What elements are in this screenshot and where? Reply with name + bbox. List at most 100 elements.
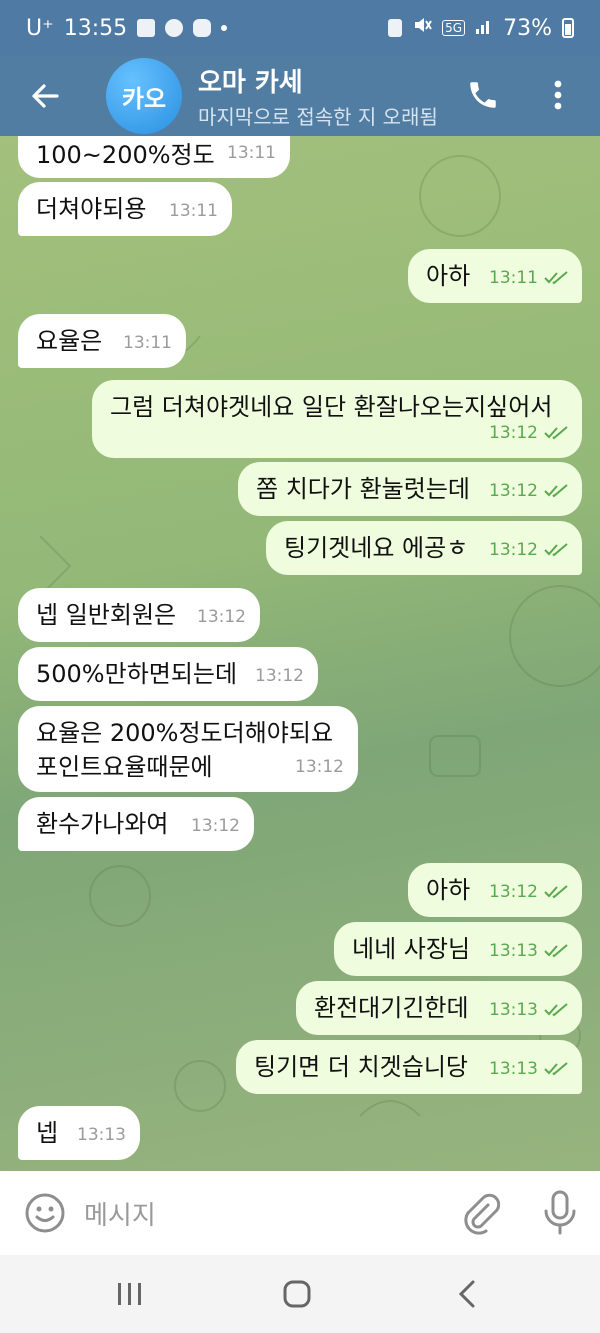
attach-button[interactable] [460,1191,501,1239]
message-time: 13:11 [123,333,172,353]
message-time: 13:12 [295,757,344,777]
emoji-button[interactable] [24,1192,66,1238]
message-bubble[interactable]: 그럼 더쳐야겟네요 일단 환잘나오는지싶어서 13:12 [92,380,582,458]
message-text: 팅기면 더 치겟습니당 [254,1053,468,1081]
message-text: 넵 일반회원은 [36,601,177,629]
message-bubble[interactable]: 요율은 13:11 [18,314,186,368]
message-text: 쫌 치다가 환눌럿는데 [256,475,470,503]
message-meta: 13:13 [489,934,570,968]
clock: 13:55 [63,15,128,41]
smiley-icon [25,1193,65,1233]
double-check-icon [544,885,568,899]
call-button[interactable] [458,70,508,120]
more-vertical-icon [554,80,562,110]
message-time: 13:11 [489,268,538,288]
double-check-icon [544,543,568,557]
message-text: 환전대기긴한데 [314,994,469,1022]
message-text: 환수가나와여 [36,810,169,838]
message-bubble[interactable]: 더쳐야되용 13:11 [18,182,232,236]
system-navigation-bar [0,1255,600,1333]
chat-area[interactable]: 100~200%정도 13:11 더쳐야되용 13:11 아하 13:11 요율… [0,136,600,1171]
message-text: 아하 [426,876,471,904]
double-check-icon [544,1003,568,1017]
message-composer: 메시지 [0,1171,600,1255]
message-time: 13:12 [197,607,246,627]
message-bubble[interactable]: 네네 사장님 13:13 [334,922,582,976]
carrier-label: U⁺ [26,15,54,41]
chevron-left-icon [458,1280,475,1308]
naver-notification-icon [165,19,184,37]
phone-icon [470,82,496,108]
message-input[interactable]: 메시지 [84,1195,156,1232]
message-time: 13:12 [489,481,538,501]
double-check-icon [544,426,568,440]
message-text: 네네 사장님 [352,935,471,963]
message-time: 13:11 [227,143,276,163]
message-time: 13:13 [77,1125,126,1145]
message-meta: 13:12 [489,533,570,567]
chat-info[interactable]: 오마 카세 마지막으로 접속한 지 오래됨 [198,62,458,130]
chat-title: 오마 카세 [198,68,303,98]
message-bubble[interactable]: 환수가나와여 13:12 [18,797,254,851]
message-time: 13:12 [255,666,304,686]
message-text: 500%만하면되는데 [36,660,238,688]
more-notifications-dot [221,25,228,31]
message-text: 그럼 더쳐야겟네요 일단 환잘나오는지싶어서 [110,393,553,421]
arrow-left-icon [32,84,59,108]
home-button[interactable] [282,1279,312,1313]
message-meta: 13:12 [489,474,570,508]
mute-icon [412,15,433,41]
message-text: 팅기겟네요 에공ㅎ [284,534,469,562]
message-meta: 13:13 [489,1052,570,1086]
system-back-button[interactable] [456,1279,478,1313]
recent-apps-icon [118,1283,141,1305]
double-check-icon [544,1062,568,1076]
message-text: 더쳐야되용 [36,195,147,223]
message-time: 13:11 [169,201,218,221]
message-text: 넵 [36,1119,59,1147]
message-bubble[interactable]: 넵 13:13 [18,1106,140,1160]
gallery-notification-icon [137,19,156,37]
last-seen-status: 마지막으로 접속한 지 오래됨 [198,105,438,129]
message-bubble[interactable]: 아하 13:12 [408,863,582,917]
status-bar: U⁺ 13:55 5G 73% [0,0,600,56]
message-time: 13:13 [489,1000,538,1020]
chat-header: 카오 오마 카세 마지막으로 접속한 지 오래됨 [0,56,600,136]
double-check-icon [544,944,568,958]
home-icon [283,1280,311,1308]
double-check-icon [544,484,568,498]
cake-notification-icon [193,19,212,37]
message-time: 13:12 [191,816,240,836]
message-time: 13:12 [489,882,538,902]
message-text: 아하 [426,262,471,290]
message-meta: 13:12 [489,875,570,909]
recent-apps-button[interactable] [116,1281,144,1311]
avatar[interactable]: 카오 [106,58,182,134]
message-time: 13:12 [489,540,538,560]
battery-saver-icon [388,19,403,37]
message-bubble[interactable]: 쫌 치다가 환눌럿는데 13:12 [238,462,582,516]
message-time: 13:13 [489,1059,538,1079]
more-menu-button[interactable] [536,70,580,120]
message-meta: 13:13 [489,993,570,1027]
message-bubble[interactable]: 넵 일반회원은 13:12 [18,588,260,642]
paperclip-icon [464,1193,501,1235]
signal-icon [475,16,493,41]
message-bubble[interactable]: 요율은 200%정도더해야되요 포인트요율때문에 13:12 [18,706,358,792]
message-meta: 13:12 [489,416,570,450]
message-bubble[interactable]: 아하 13:11 [408,249,582,303]
voice-message-button[interactable] [540,1189,580,1241]
message-bubble[interactable]: 100~200%정도 13:11 [18,136,290,178]
battery-percent: 73% [503,15,552,41]
message-time: 13:12 [489,423,538,443]
message-text: 100~200%정도 [36,141,215,169]
message-time: 13:13 [489,941,538,961]
message-bubble[interactable]: 500%만하면되는데 13:12 [18,647,318,701]
message-bubble[interactable]: 팅기면 더 치겟습니당 13:13 [236,1040,582,1094]
battery-icon [562,18,574,38]
message-bubble[interactable]: 팅기겟네요 에공ㅎ 13:12 [266,521,582,575]
microphone-icon [544,1190,576,1235]
message-bubble[interactable]: 환전대기긴한데 13:13 [296,981,582,1035]
back-button[interactable] [0,56,90,136]
message-meta: 13:11 [489,261,570,295]
